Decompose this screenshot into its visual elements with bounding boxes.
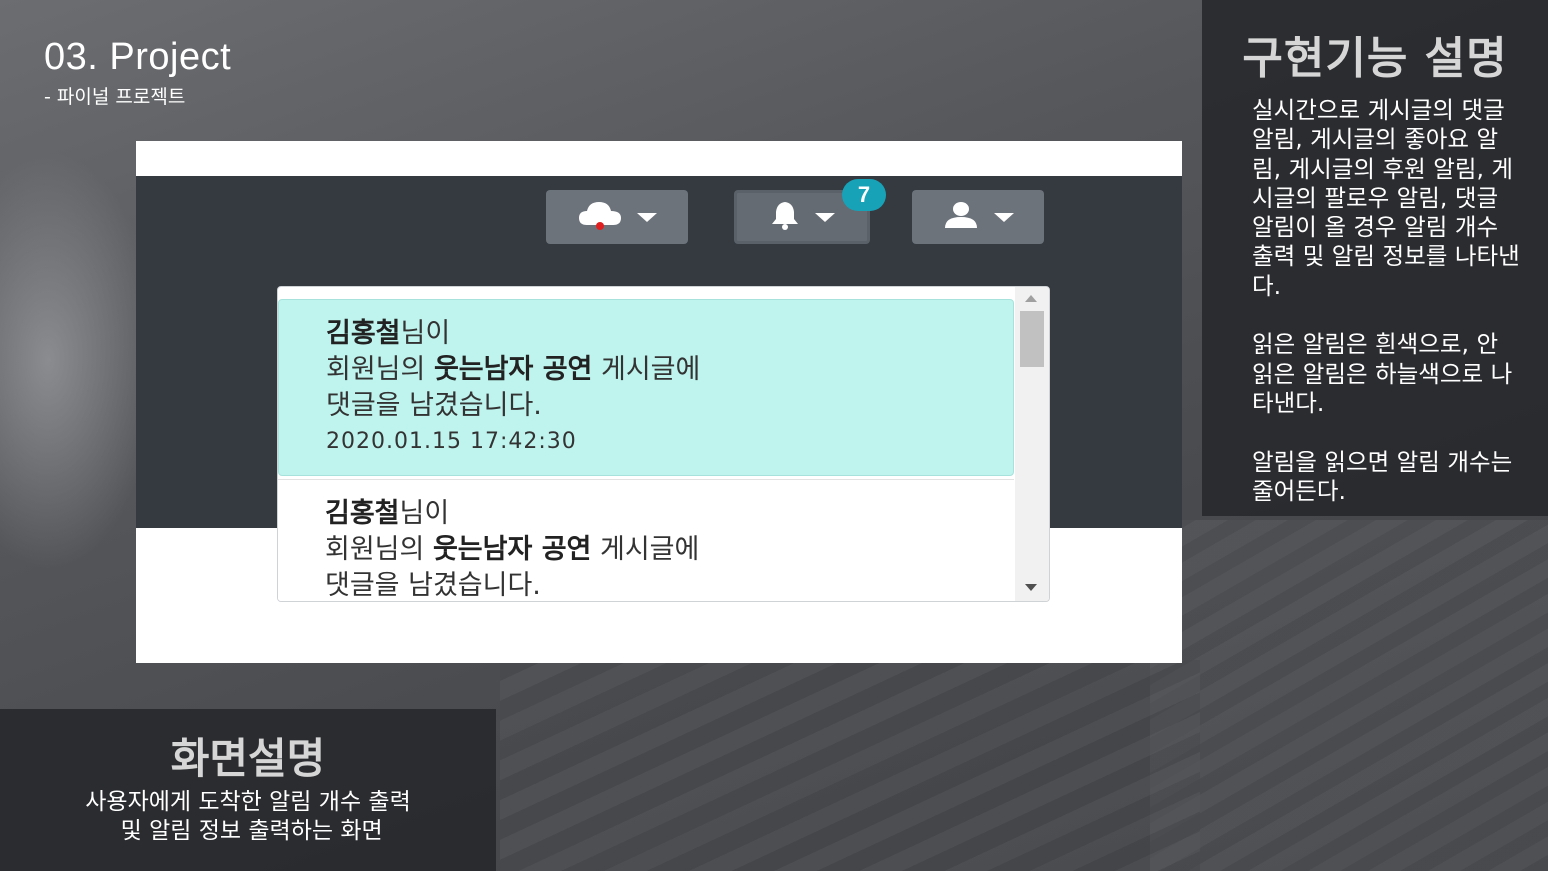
page-title: 03. Project (44, 36, 232, 78)
notification-date: 2020.01.15 17:42:30 (326, 429, 577, 454)
scroll-down-icon[interactable] (1025, 584, 1037, 591)
screen-description-body: 사용자에게 도착한 알림 개수 출력 및 알림 정보 출력하는 화면 (85, 789, 411, 844)
feature-description-title: 구현기능 설명 (1242, 33, 1508, 84)
notification-text: 님이 (400, 318, 451, 349)
screen-description-title: 화면설명 (170, 734, 326, 783)
background-keyboard (1150, 520, 1548, 871)
notification-text: 댓글을 남겼습니다. (326, 390, 542, 421)
dropdown-scrollbar[interactable] (1015, 287, 1049, 601)
scroll-thumb[interactable] (1020, 311, 1044, 367)
chevron-down-icon (994, 212, 1014, 222)
notification-text: 회원님의 (325, 534, 433, 565)
notification-item-unread[interactable]: 김홍철님이 회원님의 웃는남자 공연 게시글에 댓글을 남겼습니다. 2020.… (278, 299, 1014, 476)
chevron-down-icon (637, 212, 657, 222)
navbar: 7 김홍철님이 회원님의 웃는남자 공연 게시글에 댓글을 남겼습니다. 202… (136, 176, 1182, 602)
notification-dropdown: 김홍철님이 회원님의 웃는남자 공연 게시글에 댓글을 남겼습니다. 2020.… (277, 286, 1050, 602)
notification-text: 게시글에 (592, 354, 701, 385)
scroll-up-icon[interactable] (1025, 295, 1037, 302)
cloud-icon (577, 199, 623, 235)
chevron-down-icon (815, 212, 835, 222)
app-screenshot: 7 김홍철님이 회원님의 웃는남자 공연 게시글에 댓글을 남겼습니다. 202… (136, 141, 1182, 663)
screen-description-panel: 화면설명 사용자에게 도착한 알림 개수 출력 및 알림 정보 출력하는 화면 (0, 709, 496, 871)
notification-text: 님이 (399, 498, 450, 529)
notification-sender: 김홍철 (325, 498, 400, 529)
notification-text: 게시글에 (591, 534, 700, 565)
notification-sender: 김홍철 (326, 318, 401, 349)
bell-icon (769, 200, 801, 234)
feature-description-panel: 구현기능 설명 실시간으로 게시글의 댓글 알림, 게시글의 좋아요 알림, 게… (1202, 0, 1548, 516)
notification-post-title: 웃는남자 공연 (433, 354, 593, 385)
notification-text: 회원님의 (326, 354, 434, 385)
feature-description-body: 실시간으로 게시글의 댓글 알림, 게시글의 좋아요 알림, 게시글의 후원 알… (1252, 96, 1520, 505)
user-icon (942, 200, 980, 234)
background-keyboard (500, 660, 1200, 871)
notification-post-title: 웃는남자 공연 (432, 534, 592, 565)
page-subtitle: - 파이널 프로젝트 (44, 86, 186, 108)
notification-item-read[interactable]: 김홍철님이 회원님의 웃는남자 공연 게시글에 댓글을 남겼습니다. (278, 479, 1014, 601)
cloud-menu-button[interactable] (546, 190, 688, 244)
notification-count-badge: 7 (842, 179, 886, 211)
notification-text: 댓글을 남겼습니다. (325, 570, 541, 601)
user-menu-button[interactable] (912, 190, 1044, 244)
